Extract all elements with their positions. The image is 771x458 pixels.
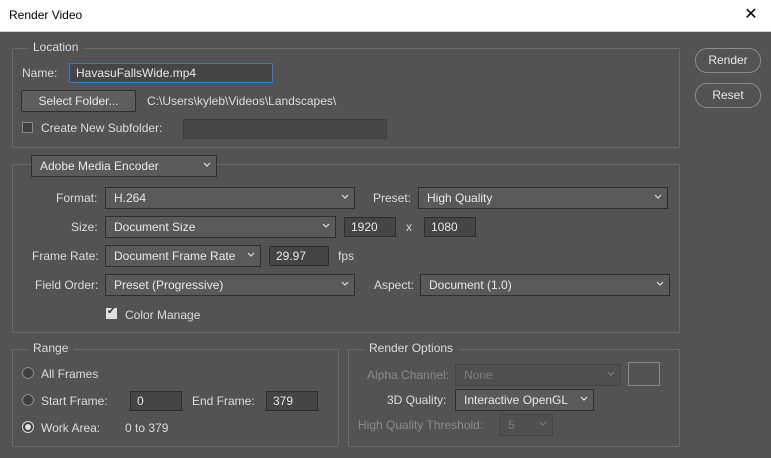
render-options-legend: Render Options <box>363 341 460 355</box>
color-manage-checkbox[interactable] <box>106 306 117 319</box>
reset-button[interactable]: Reset <box>695 83 761 108</box>
hq-threshold-label: High Quality Threshold: <box>358 418 484 432</box>
fps-unit: fps <box>338 249 355 263</box>
create-subfolder-checkbox[interactable] <box>22 122 33 133</box>
aspect-select[interactable]: Document (1.0) <box>420 274 670 296</box>
hq-threshold-select[interactable]: 5 <box>499 414 553 436</box>
work-area-value: 0 to 379 <box>125 421 169 435</box>
select-folder-button[interactable]: Select Folder... <box>21 90 136 112</box>
alpha-channel-select[interactable]: None <box>455 364 621 386</box>
chevron-down-icon <box>322 223 330 228</box>
chevron-down-icon <box>580 396 588 401</box>
field-order-select[interactable]: Preset (Progressive) <box>105 274 355 296</box>
end-frame-label: End Frame: <box>192 394 255 408</box>
work-area-radio[interactable] <box>22 421 34 433</box>
all-frames-label: All Frames <box>41 367 99 381</box>
work-area-label: Work Area: <box>41 421 101 435</box>
size-select[interactable]: Document Size <box>105 216 336 238</box>
alpha-color-swatch[interactable] <box>628 362 660 386</box>
frame-rate-label: Frame Rate: <box>32 249 99 263</box>
height-input[interactable]: 1080 <box>424 217 476 237</box>
render-video-dialog: Render Video ✕ Render Reset Location Nam… <box>0 0 771 458</box>
subfolder-input[interactable] <box>183 119 387 139</box>
fps-input[interactable]: 29.97 <box>269 246 329 266</box>
chevron-down-icon <box>247 252 255 257</box>
hq-threshold-value: 5 <box>508 418 515 432</box>
create-subfolder-label: Create New Subfolder: <box>41 121 163 135</box>
size-value: Document Size <box>114 220 196 234</box>
aspect-value: Document (1.0) <box>429 278 512 292</box>
quality-3d-label: 3D Quality: <box>387 393 447 407</box>
quality-3d-value: Interactive OpenGL <box>464 393 569 407</box>
start-frame-label: Start Frame: <box>41 394 108 408</box>
location-legend: Location <box>27 40 85 54</box>
chevron-down-icon <box>539 421 547 426</box>
start-frame-input[interactable]: 0 <box>130 391 182 411</box>
chevron-down-icon <box>654 194 662 199</box>
close-icon[interactable]: ✕ <box>741 5 761 25</box>
render-button[interactable]: Render <box>695 48 761 73</box>
chevron-down-icon <box>341 281 349 286</box>
aspect-label: Aspect: <box>374 278 415 292</box>
name-input[interactable]: HavasuFallsWide.mp4 <box>69 63 273 83</box>
start-frame-radio[interactable] <box>22 394 34 406</box>
format-label: Format: <box>56 191 98 205</box>
chevron-down-icon <box>656 281 664 286</box>
chevron-down-icon <box>203 162 211 167</box>
format-select[interactable]: H.264 <box>105 187 355 209</box>
preset-label: Preset: <box>373 191 412 205</box>
alpha-channel-label: Alpha Channel: <box>367 368 450 382</box>
all-frames-radio[interactable] <box>22 367 34 379</box>
chevron-down-icon <box>607 371 615 376</box>
alpha-channel-value: None <box>464 368 493 382</box>
format-value: H.264 <box>114 191 147 205</box>
folder-path: C:\Users\kyleb\Videos\Landscapes\ <box>147 94 337 108</box>
name-label: Name: <box>22 66 58 80</box>
preset-value: High Quality <box>427 191 493 205</box>
frame-rate-select[interactable]: Document Frame Rate <box>105 245 261 267</box>
end-frame-input[interactable]: 379 <box>266 391 318 411</box>
size-label: Size: <box>71 220 98 234</box>
preset-select[interactable]: High Quality <box>418 187 668 209</box>
color-manage-label: Color Manage <box>125 308 201 322</box>
window-title: Render Video <box>9 8 83 22</box>
quality-3d-select[interactable]: Interactive OpenGL <box>455 389 594 411</box>
size-separator: x <box>406 220 412 234</box>
title-bar: Render Video ✕ <box>0 0 771 32</box>
chevron-down-icon <box>341 194 349 199</box>
width-input[interactable]: 1920 <box>344 217 396 237</box>
field-order-value: Preset (Progressive) <box>114 278 224 292</box>
range-legend: Range <box>27 341 75 355</box>
field-order-label: Field Order: <box>35 278 99 292</box>
encoder-value: Adobe Media Encoder <box>40 159 159 173</box>
frame-rate-value: Document Frame Rate <box>114 249 236 263</box>
encoder-select[interactable]: Adobe Media Encoder <box>31 155 217 177</box>
